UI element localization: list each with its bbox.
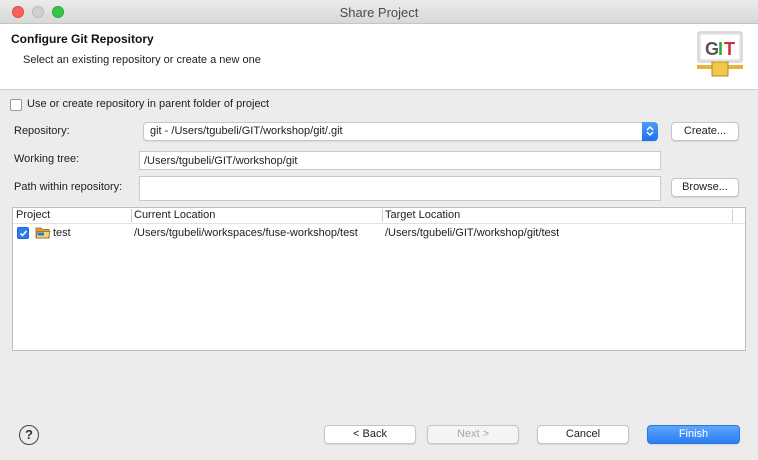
repository-label: Repository: <box>14 125 70 137</box>
window-title: Share Project <box>339 5 419 20</box>
projects-table: Project Current Location Target Location… <box>12 207 746 351</box>
project-name: test <box>53 227 71 239</box>
page-title: Configure Git Repository <box>11 32 154 46</box>
share-project-dialog: Share Project Configure Git Repository S… <box>0 0 758 460</box>
next-button[interactable]: Next > <box>427 425 519 444</box>
wizard-header: Configure Git Repository Select an exist… <box>0 24 758 90</box>
working-tree-field[interactable]: /Users/tgubeli/GIT/workshop/git <box>139 151 661 170</box>
column-divider[interactable] <box>732 209 733 222</box>
current-location: /Users/tgubeli/workspaces/fuse-workshop/… <box>134 227 358 239</box>
svg-text:I: I <box>718 39 723 59</box>
column-divider[interactable] <box>131 209 132 222</box>
repository-select[interactable]: git - /Users/tgubeli/GIT/workshop/git/.g… <box>143 122 658 141</box>
column-target-location[interactable]: Target Location <box>385 209 460 221</box>
column-project[interactable]: Project <box>16 209 50 221</box>
parent-folder-label: Use or create repository in parent folde… <box>27 98 270 110</box>
path-within-field[interactable] <box>139 176 661 201</box>
working-tree-label: Working tree: <box>14 153 80 165</box>
project-folder-icon <box>35 227 51 239</box>
finish-button[interactable]: Finish <box>647 425 740 444</box>
page-subtitle: Select an existing repository or create … <box>23 54 261 66</box>
repository-select-value: git - /Users/tgubeli/GIT/workshop/git/.g… <box>150 125 343 137</box>
browse-button[interactable]: Browse... <box>671 178 739 197</box>
path-within-label: Path within repository: <box>14 181 123 193</box>
table-row[interactable]: test /Users/tgubeli/workspaces/fuse-work… <box>13 225 745 242</box>
svg-text:G: G <box>705 39 719 59</box>
svg-text:T: T <box>724 39 735 59</box>
git-logo-icon: G I T <box>697 31 743 77</box>
table-header: Project Current Location Target Location <box>13 208 745 224</box>
help-icon[interactable]: ? <box>19 425 39 445</box>
create-repository-button[interactable]: Create... <box>671 122 739 141</box>
cancel-button[interactable]: Cancel <box>537 425 629 444</box>
column-current-location[interactable]: Current Location <box>134 209 215 221</box>
target-location: /Users/tgubeli/GIT/workshop/git/test <box>385 227 560 239</box>
title-bar: Share Project <box>0 0 758 24</box>
project-checkbox[interactable] <box>17 227 29 239</box>
column-divider[interactable] <box>382 209 383 222</box>
chevron-updown-icon[interactable] <box>642 122 658 141</box>
parent-folder-checkbox[interactable] <box>10 99 22 111</box>
working-tree-value: /Users/tgubeli/GIT/workshop/git <box>144 155 298 167</box>
back-button[interactable]: < Back <box>324 425 416 444</box>
